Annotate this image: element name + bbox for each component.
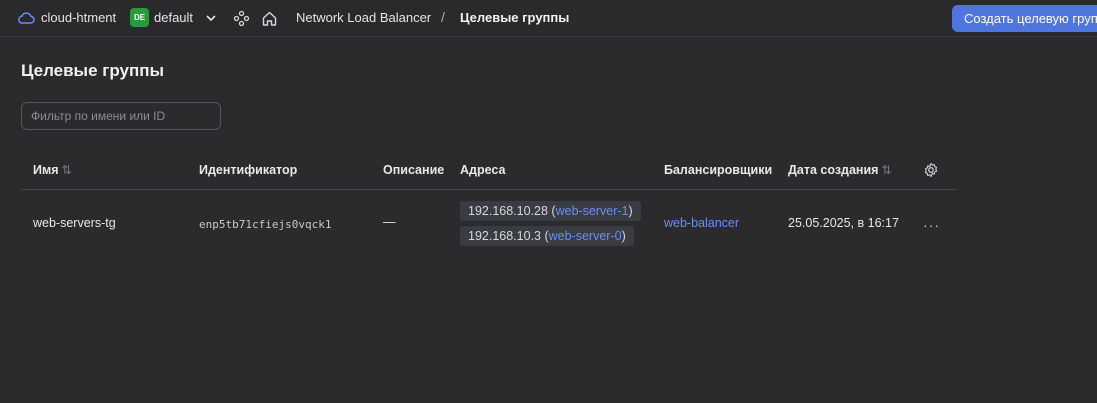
created-date: 25.05.2025, в 16:17	[788, 216, 899, 230]
table-header: Имя ⇅ Идентификатор Описание Адреса Балан…	[21, 150, 957, 190]
home-icon[interactable]	[261, 10, 278, 27]
target-group-name[interactable]: web-servers-tg	[33, 216, 116, 230]
top-bar: cloud-htment DE default Network Load Bal…	[0, 0, 1097, 37]
table-row[interactable]: web-servers-tg enp5tb71cfiejs0vqck1 — 19…	[21, 191, 957, 255]
instance-link[interactable]: web-server-1	[556, 204, 629, 218]
column-header-name[interactable]: Имя ⇅	[33, 163, 72, 177]
folder-badge: DE	[130, 8, 149, 27]
address-chip: 192.168.10.28 (web-server-1)	[460, 201, 641, 221]
breadcrumb-current-page: Целевые группы	[460, 10, 570, 25]
row-actions-menu-icon[interactable]: ···	[923, 217, 940, 233]
folder-selector[interactable]: default	[154, 10, 193, 25]
address-chip: 192.168.10.3 (web-server-0)	[460, 226, 634, 246]
column-header-created[interactable]: Дата создания ⇅	[788, 163, 892, 177]
column-header-id: Идентификатор	[199, 163, 298, 177]
target-group-id: enp5tb71cfiejs0vqck1	[199, 218, 332, 231]
gear-icon[interactable]	[923, 162, 939, 178]
column-header-balancers: Балансировщики	[664, 163, 773, 177]
instance-link[interactable]: web-server-0	[549, 229, 622, 243]
target-group-description: —	[383, 215, 396, 229]
column-header-description: Описание	[383, 163, 445, 177]
filter-input[interactable]	[21, 102, 221, 130]
breadcrumb-service[interactable]: Network Load Balancer	[296, 10, 431, 25]
network-icon[interactable]	[233, 10, 250, 27]
breadcrumb-separator: /	[441, 9, 445, 25]
cloud-icon	[18, 12, 35, 24]
column-header-addresses: Адреса	[460, 163, 506, 177]
page-title: Целевые группы	[21, 61, 165, 80]
sort-icon[interactable]: ⇅	[881, 163, 891, 177]
cloud-selector[interactable]: cloud-htment	[41, 10, 116, 25]
balancer-link[interactable]: web-balancer	[664, 216, 739, 230]
sort-icon[interactable]: ⇅	[62, 163, 72, 177]
create-target-group-button[interactable]: Создать целевую группу	[952, 5, 1097, 32]
chevron-down-icon[interactable]	[204, 11, 218, 25]
